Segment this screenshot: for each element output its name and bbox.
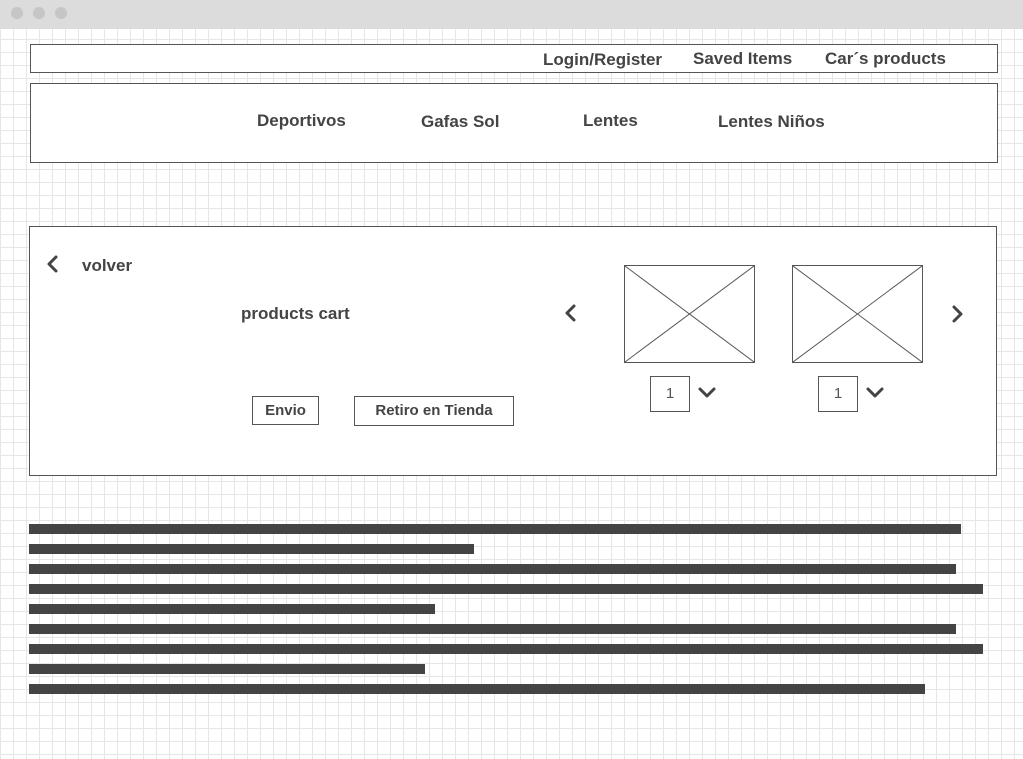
- placeholder-text-line: [29, 564, 956, 574]
- carousel-prev-chevron-left-icon[interactable]: [560, 302, 582, 324]
- placeholder-text-line: [29, 524, 961, 534]
- placeholder-text-line: [29, 584, 983, 594]
- main-nav-bar: [30, 83, 998, 163]
- nav-item-gafas-sol[interactable]: Gafas Sol: [421, 113, 499, 130]
- login-register-link[interactable]: Login/Register: [543, 51, 662, 68]
- window-minimize-dot[interactable]: [33, 7, 45, 19]
- carousel-next-chevron-right-icon[interactable]: [946, 303, 968, 325]
- nav-item-deportivos[interactable]: Deportivos: [257, 112, 346, 129]
- placeholder-text-line: [29, 544, 474, 554]
- placeholder-text-line: [29, 644, 983, 654]
- cart-title: products cart: [241, 304, 350, 323]
- back-link[interactable]: volver: [82, 257, 132, 274]
- window-maximize-dot[interactable]: [55, 7, 67, 19]
- saved-items-link[interactable]: Saved Items: [693, 50, 792, 67]
- product-image-placeholder-icon: [792, 265, 923, 363]
- window-titlebar: [0, 0, 1023, 29]
- placeholder-text-line: [29, 604, 435, 614]
- quantity-chevron-down-icon[interactable]: [696, 382, 718, 404]
- store-pickup-button[interactable]: Retiro en Tienda: [354, 396, 514, 426]
- nav-item-lentes[interactable]: Lentes: [583, 112, 638, 129]
- quantity-field[interactable]: 1: [650, 376, 690, 412]
- quantity-field[interactable]: 1: [818, 376, 858, 412]
- nav-item-lentes-ninos[interactable]: Lentes Niños: [718, 113, 825, 130]
- placeholder-text-line: [29, 684, 925, 694]
- window-close-dot[interactable]: [11, 7, 23, 19]
- quantity-chevron-down-icon[interactable]: [864, 382, 886, 404]
- back-chevron-left-icon[interactable]: [42, 253, 64, 275]
- product-image-placeholder-icon: [624, 265, 755, 363]
- cart-products-link[interactable]: Car´s products: [825, 50, 946, 67]
- placeholder-text-line: [29, 624, 956, 634]
- shipping-button[interactable]: Envio: [252, 396, 319, 425]
- placeholder-text-line: [29, 664, 425, 674]
